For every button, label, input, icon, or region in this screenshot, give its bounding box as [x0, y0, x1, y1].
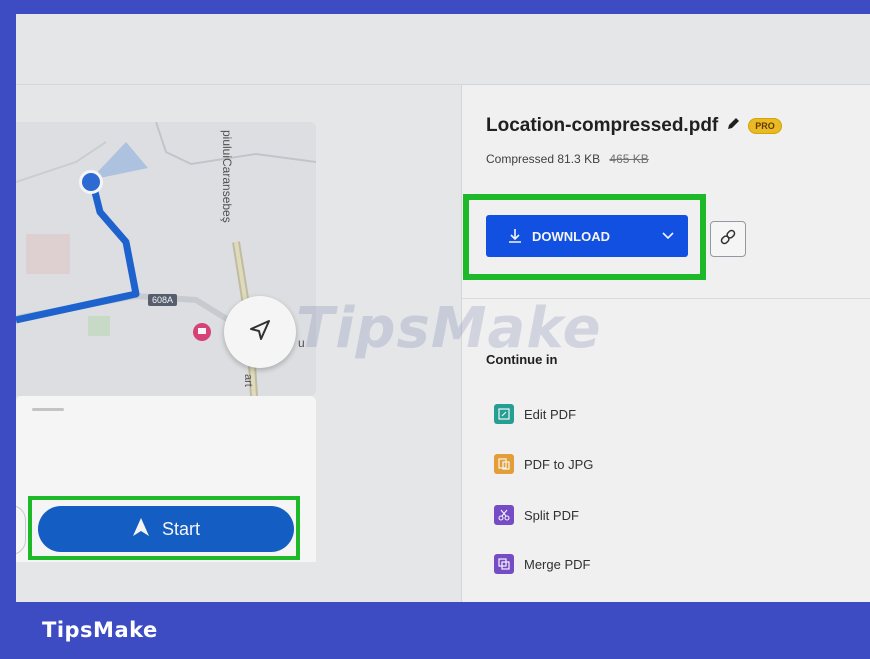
compressed-size: 81.3 KB — [557, 152, 601, 166]
start-button[interactable]: Start — [38, 506, 294, 552]
frame-top-border — [0, 0, 870, 14]
tool-pdf-to-jpg[interactable]: PDF to JPG — [494, 452, 593, 476]
compressed-label: Compressed — [486, 152, 555, 166]
share-link-button[interactable] — [710, 221, 746, 257]
original-size: 465 KB — [609, 152, 649, 166]
download-icon — [508, 228, 522, 244]
chevron-down-icon[interactable] — [662, 232, 674, 240]
download-button[interactable]: DOWNLOAD — [486, 215, 688, 257]
tool-merge-pdf[interactable]: Merge PDF — [494, 552, 590, 576]
frame-left-border — [0, 0, 16, 659]
drag-handle[interactable] — [32, 408, 64, 411]
tool-split-pdf[interactable]: Split PDF — [494, 503, 579, 527]
edit-pdf-icon — [494, 404, 514, 424]
tool-label: Split PDF — [524, 507, 579, 523]
tool-label: Merge PDF — [524, 556, 591, 572]
tool-label: PDF to JPG — [524, 456, 594, 472]
road-badge: 608A — [148, 294, 178, 306]
pdf-to-jpg-icon — [494, 454, 514, 474]
brand-footer: TipsMake — [0, 602, 870, 659]
tool-edit-pdf[interactable]: Edit PDF — [494, 402, 576, 426]
tool-label: Edit PDF — [524, 406, 577, 422]
edit-pencil-icon[interactable] — [726, 115, 740, 137]
file-name: Location-compressed.pdf — [486, 115, 719, 136]
recenter-button[interactable] — [224, 296, 296, 368]
map-label-bottom: art — [242, 374, 254, 387]
file-title: Location-compressed.pdf PRO — [486, 115, 782, 137]
start-label: Start — [161, 518, 200, 539]
street-label: piuluiCaransebeş — [220, 130, 234, 223]
merge-pdf-icon — [494, 554, 514, 574]
brand-name: TipsMake — [42, 618, 158, 642]
app-topbar — [16, 14, 870, 85]
compression-info: Compressed 81.3 KB 465 KB — [486, 152, 649, 166]
navigation-arrow-icon — [249, 319, 271, 346]
watermark-logo: TipsMake — [296, 296, 602, 361]
scissors-icon — [494, 505, 514, 525]
pro-badge: PRO — [748, 118, 782, 134]
link-icon — [719, 228, 737, 251]
navigation-arrow-icon — [132, 517, 150, 542]
download-label: DOWNLOAD — [532, 228, 610, 244]
